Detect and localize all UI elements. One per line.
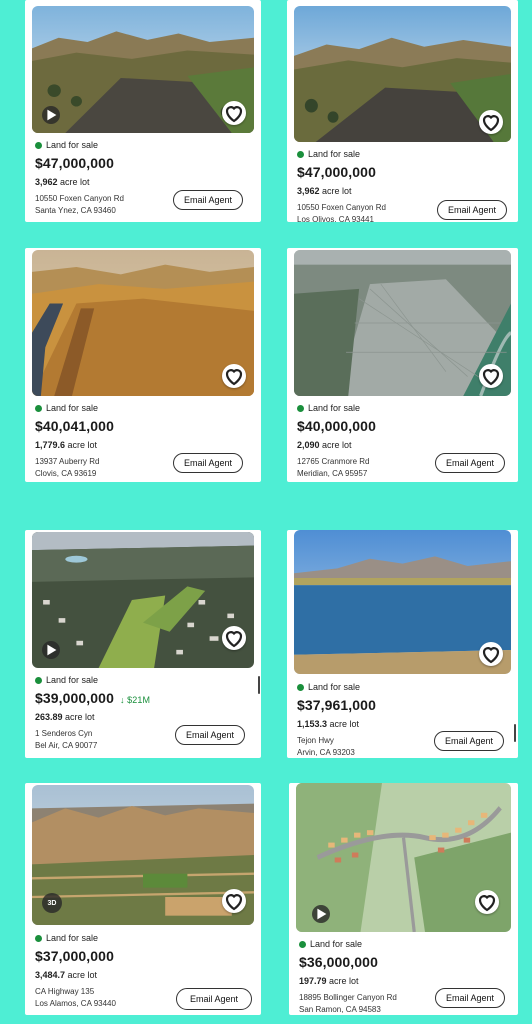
email-agent-button[interactable]: Email Agent <box>435 988 505 1008</box>
status-label: Land for sale <box>35 675 253 685</box>
email-agent-button[interactable]: Email Agent <box>175 725 245 745</box>
listing-card[interactable]: Land for sale $40,041,000 1,779.6 acre l… <box>25 248 261 482</box>
price: $37,000,000 <box>35 948 114 964</box>
listing-photo[interactable] <box>294 250 511 396</box>
lot-size: 197.79 acre lot <box>299 976 359 986</box>
email-agent-button[interactable]: Email Agent <box>173 453 243 473</box>
listing-card[interactable]: Land for sale $47,000,000 3,962 acre lot… <box>287 0 518 222</box>
lot-size: 1,153.3 acre lot <box>297 719 360 729</box>
email-agent-button[interactable]: Email Agent <box>176 988 252 1010</box>
price: $37,961,000 <box>297 697 376 713</box>
status-label: Land for sale <box>297 149 510 159</box>
listing-photo[interactable]: 3D <box>32 785 254 925</box>
lot-size: 263.89 acre lot <box>35 712 95 722</box>
lot-size: 1,779.6 acre lot <box>35 440 98 450</box>
status-dot <box>297 150 304 158</box>
status-label: Land for sale <box>299 939 510 949</box>
play-icon[interactable] <box>42 641 60 659</box>
listing-card[interactable]: Land for sale $40,000,000 2,090 acre lot… <box>287 248 518 482</box>
listing-photo[interactable] <box>32 250 254 396</box>
price: $39,000,000 ↓ $21M <box>35 690 151 706</box>
status-label: Land for sale <box>35 933 253 943</box>
listing-card[interactable]: Land for sale $36,000,000 197.79 acre lo… <box>289 783 518 1015</box>
status-label: Land for sale <box>35 140 253 150</box>
listing-card[interactable]: Land for sale $37,961,000 1,153.3 acre l… <box>287 530 518 758</box>
listing-photo[interactable] <box>32 532 254 668</box>
listing-photo[interactable] <box>294 530 511 674</box>
listing-card[interactable]: Land for sale $39,000,000 ↓ $21M 263.89 a… <box>25 530 261 758</box>
email-agent-button[interactable]: Email Agent <box>437 200 507 220</box>
play-icon[interactable] <box>42 106 60 124</box>
heart-icon[interactable] <box>222 364 246 388</box>
price: $47,000,000 <box>35 155 114 171</box>
heart-icon[interactable] <box>222 889 246 913</box>
scrollbar[interactable] <box>258 676 260 694</box>
email-agent-button[interactable]: Email Agent <box>434 731 504 751</box>
listing-photo[interactable] <box>32 6 254 133</box>
status-dot <box>35 934 42 942</box>
heart-icon[interactable] <box>479 364 503 388</box>
price: $36,000,000 <box>299 954 378 970</box>
lot-size: 2,090 acre lot <box>297 440 352 450</box>
price-drop-badge: ↓ $21M <box>119 695 151 705</box>
heart-icon[interactable] <box>222 101 246 125</box>
heart-icon[interactable] <box>479 642 503 666</box>
price: $40,000,000 <box>297 418 376 434</box>
status-dot <box>297 683 304 691</box>
3d-tour-icon[interactable]: 3D <box>42 893 62 913</box>
email-agent-button[interactable]: Email Agent <box>173 190 243 210</box>
lot-size: 3,484.7 acre lot <box>35 970 98 980</box>
scrollbar[interactable] <box>514 724 516 742</box>
status-dot <box>297 404 304 412</box>
listing-photo[interactable] <box>294 6 511 142</box>
heart-icon[interactable] <box>475 890 499 914</box>
lot-size: 3,962 acre lot <box>297 186 352 196</box>
status-label: Land for sale <box>297 403 510 413</box>
email-agent-button[interactable]: Email Agent <box>435 453 505 473</box>
heart-icon[interactable] <box>222 626 246 650</box>
listing-card[interactable]: 3D Land for sale $37,000,000 3,484.7 acr… <box>25 783 261 1015</box>
status-label: Land for sale <box>35 403 253 413</box>
listing-photo[interactable] <box>296 783 511 932</box>
status-label: Land for sale <box>297 682 510 692</box>
price: $47,000,000 <box>297 164 376 180</box>
status-dot <box>35 141 42 149</box>
status-dot <box>35 676 42 684</box>
status-dot <box>299 940 306 948</box>
price: $40,041,000 <box>35 418 114 434</box>
lot-size: 3,962 acre lot <box>35 177 90 187</box>
status-dot <box>35 404 42 412</box>
heart-icon[interactable] <box>479 110 503 134</box>
listing-card[interactable]: Land for sale $47,000,000 3,962 acre lot… <box>25 0 261 222</box>
play-icon[interactable] <box>312 905 330 923</box>
